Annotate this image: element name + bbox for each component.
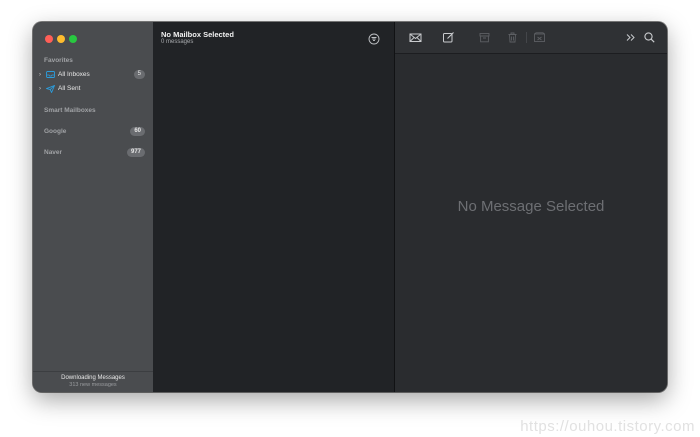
no-message-selected-label: No Message Selected — [457, 198, 605, 215]
favorites-section-label: Favorites — [44, 57, 73, 64]
mailbox-title: No Mailbox Selected — [161, 30, 234, 39]
account-naver[interactable]: Naver 977 — [44, 147, 145, 158]
activity-subtitle: 313 new messages — [69, 382, 117, 388]
unread-count-badge: 5 — [133, 70, 145, 79]
trash-icon — [508, 32, 517, 43]
unread-count-badge: 60 — [130, 127, 145, 136]
mail-window: Favorites › All Inboxes 5 › All Sent Sma… — [33, 22, 667, 392]
sidebar-item-label: All Sent — [58, 85, 81, 92]
delete-button[interactable] — [506, 31, 519, 44]
account-label: Naver — [44, 149, 63, 156]
envelope-icon — [409, 33, 422, 42]
more-toolbar-button[interactable] — [624, 31, 637, 44]
sidebar: Favorites › All Inboxes 5 › All Sent Sma… — [33, 22, 153, 392]
account-label: Google — [44, 128, 67, 135]
activity-status: Downloading Messages 313 new messages — [33, 371, 153, 392]
compose-icon — [443, 32, 454, 43]
smart-mailboxes-section-label[interactable]: Smart Mailboxes — [44, 107, 96, 114]
paper-plane-icon — [45, 84, 55, 93]
toolbar-separator — [526, 32, 527, 43]
toolbar — [395, 22, 667, 54]
account-google[interactable]: Google 60 — [44, 126, 145, 137]
maximize-window-button[interactable] — [69, 35, 77, 43]
junk-icon — [534, 32, 545, 42]
sidebar-item-all-sent[interactable]: › All Sent — [39, 83, 145, 94]
watermark: https://ouhou.tistory.com — [520, 418, 695, 435]
archive-icon — [479, 33, 490, 43]
message-count: 0 messages — [161, 39, 194, 45]
activity-title: Downloading Messages — [61, 375, 125, 381]
get-mail-button[interactable] — [409, 31, 422, 44]
search-icon — [644, 32, 655, 43]
filter-icon[interactable] — [368, 32, 380, 45]
minimize-window-button[interactable] — [57, 35, 65, 43]
compose-button[interactable] — [442, 31, 455, 44]
message-list: No Mailbox Selected 0 messages — [153, 22, 395, 392]
unread-count-badge: 977 — [126, 148, 145, 157]
close-window-button[interactable] — [45, 35, 53, 43]
search-button[interactable] — [643, 31, 656, 44]
window-controls — [45, 35, 77, 43]
inbox-icon — [45, 71, 55, 79]
chevron-double-right-icon — [626, 34, 635, 41]
sidebar-item-label: All Inboxes — [58, 71, 90, 78]
junk-button[interactable] — [533, 31, 546, 44]
message-viewer: No Message Selected — [395, 22, 667, 392]
sidebar-item-all-inboxes[interactable]: › All Inboxes 5 — [39, 69, 145, 80]
archive-button[interactable] — [478, 31, 491, 44]
